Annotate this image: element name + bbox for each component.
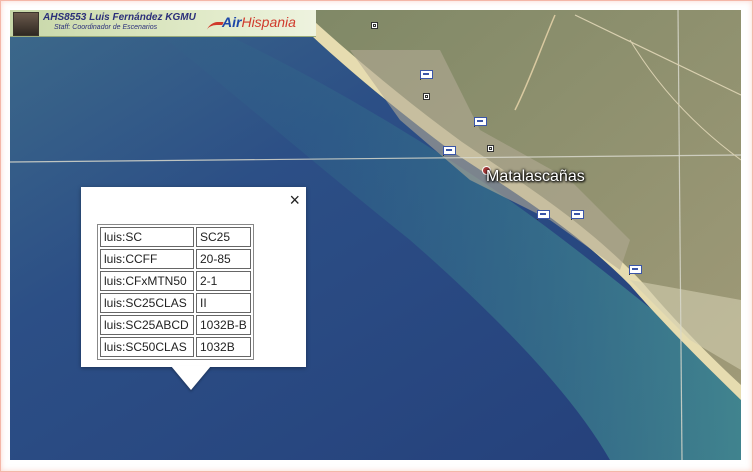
table-row: luis:SC50CLAS 1032B xyxy=(100,337,251,357)
airhispania-logo: AirHispania xyxy=(206,14,296,31)
header-banner: AHS8553 Luis Fernández KGMU Staff: Coord… xyxy=(10,10,316,37)
hotel-flag-icon[interactable] xyxy=(443,146,457,156)
poi-square-icon[interactable] xyxy=(487,145,494,152)
hotel-flag-icon[interactable] xyxy=(474,117,488,127)
attribute-value: SC25 xyxy=(196,227,251,247)
hotel-flag-icon[interactable] xyxy=(629,265,643,275)
attribute-value: 1032B xyxy=(196,337,251,357)
hotel-flag-icon[interactable] xyxy=(420,70,434,80)
attribute-value: 1032B-B xyxy=(196,315,251,335)
attribute-key: luis:CCFF xyxy=(100,249,194,269)
attribute-key: luis:SC xyxy=(100,227,194,247)
hotel-flag-icon[interactable] xyxy=(571,210,585,220)
info-popup: × luis:SC SC25 luis:CCFF 20-85 luis:CFxM… xyxy=(81,187,306,390)
table-row: luis:SC SC25 xyxy=(100,227,251,247)
close-icon[interactable]: × xyxy=(289,191,300,209)
attribute-table: luis:SC SC25 luis:CCFF 20-85 luis:CFxMTN… xyxy=(97,224,254,360)
popup-pointer xyxy=(171,366,211,390)
hotel-flag-icon[interactable] xyxy=(537,210,551,220)
table-row: luis:CFxMTN50 2-1 xyxy=(100,271,251,291)
attribute-value: 2-1 xyxy=(196,271,251,291)
poi-square-icon[interactable] xyxy=(423,93,430,100)
attribute-key: luis:SC50CLAS xyxy=(100,337,194,357)
place-label: Matalascañas xyxy=(486,168,585,185)
attribute-value: II xyxy=(196,293,251,313)
banner-role: Staff: Coordinador de Escenarios xyxy=(54,24,158,31)
poi-square-icon[interactable] xyxy=(371,22,378,29)
attribute-value: 20-85 xyxy=(196,249,251,269)
table-row: luis:CCFF 20-85 xyxy=(100,249,251,269)
photo-icon xyxy=(13,12,39,36)
attribute-key: luis:CFxMTN50 xyxy=(100,271,194,291)
table-row: luis:SC25ABCD 1032B-B xyxy=(100,315,251,335)
attribute-key: luis:SC25CLAS xyxy=(100,293,194,313)
attribute-key: luis:SC25ABCD xyxy=(100,315,194,335)
banner-name: AHS8553 Luis Fernández KGMU xyxy=(43,12,196,23)
table-row: luis:SC25CLAS II xyxy=(100,293,251,313)
